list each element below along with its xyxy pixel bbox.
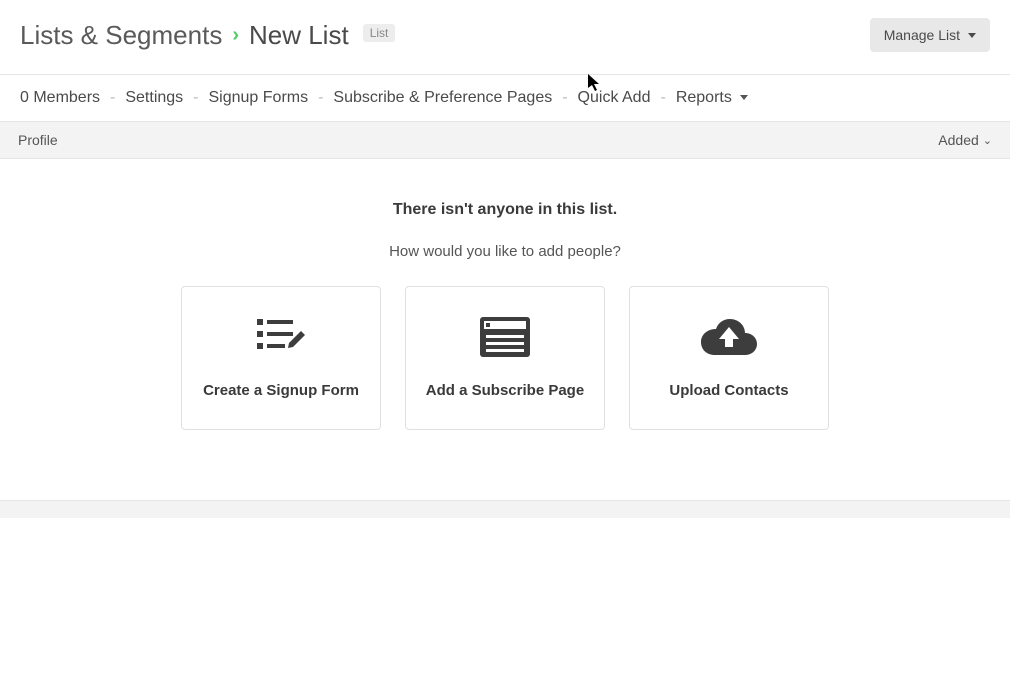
chevron-down-icon: ⌄ [983,134,992,147]
caret-down-icon [740,95,748,100]
subnav-separator: - [318,89,323,107]
empty-state: There isn't anyone in this list. How wou… [0,159,1010,500]
sub-navigation: 0 Members - Settings - Signup Forms - Su… [0,75,1010,121]
footer-bar [0,500,1010,518]
form-list-icon [257,317,305,362]
breadcrumb-root-link[interactable]: Lists & Segments [20,20,222,51]
page-title: New List [249,20,349,51]
empty-state-title: There isn't anyone in this list. [0,201,1010,219]
list-type-badge: List [363,24,396,42]
manage-list-button[interactable]: Manage List [870,18,990,52]
create-signup-form-card[interactable]: Create a Signup Form [181,286,381,430]
chevron-right-icon: › [232,24,239,47]
column-header-added-label: Added [938,132,978,148]
page-header: Lists & Segments › New List List Manage … [0,0,1010,74]
breadcrumb: Lists & Segments › New List List [20,20,395,51]
column-header-profile: Profile [18,132,58,148]
subnav-separator: - [110,89,115,107]
add-subscribe-page-card[interactable]: Add a Subscribe Page [405,286,605,430]
subnav-separator: - [562,89,567,107]
cloud-upload-icon [701,317,757,362]
page-form-icon [480,317,530,362]
column-header-added[interactable]: Added ⌄ [938,132,992,148]
empty-state-subtitle: How would you like to add people? [0,243,1010,260]
card-label: Upload Contacts [669,382,788,399]
subnav-subscribe-pages[interactable]: Subscribe & Preference Pages [333,89,552,107]
subnav-signup-forms[interactable]: Signup Forms [209,89,309,107]
subnav-members[interactable]: 0 Members [20,89,100,107]
subnav-separator: - [193,89,198,107]
subnav-settings[interactable]: Settings [125,89,183,107]
caret-down-icon [968,33,976,38]
subnav-separator: - [660,89,665,107]
card-label: Add a Subscribe Page [426,382,584,399]
upload-contacts-card[interactable]: Upload Contacts [629,286,829,430]
table-header-row: Profile Added ⌄ [0,121,1010,159]
empty-state-cards: Create a Signup Form Add a Subscribe Pag… [0,286,1010,480]
subnav-reports[interactable]: Reports [676,89,748,107]
manage-list-label: Manage List [884,27,960,43]
card-label: Create a Signup Form [203,382,359,399]
subnav-quick-add[interactable]: Quick Add [578,89,651,107]
subnav-reports-label: Reports [676,89,732,106]
